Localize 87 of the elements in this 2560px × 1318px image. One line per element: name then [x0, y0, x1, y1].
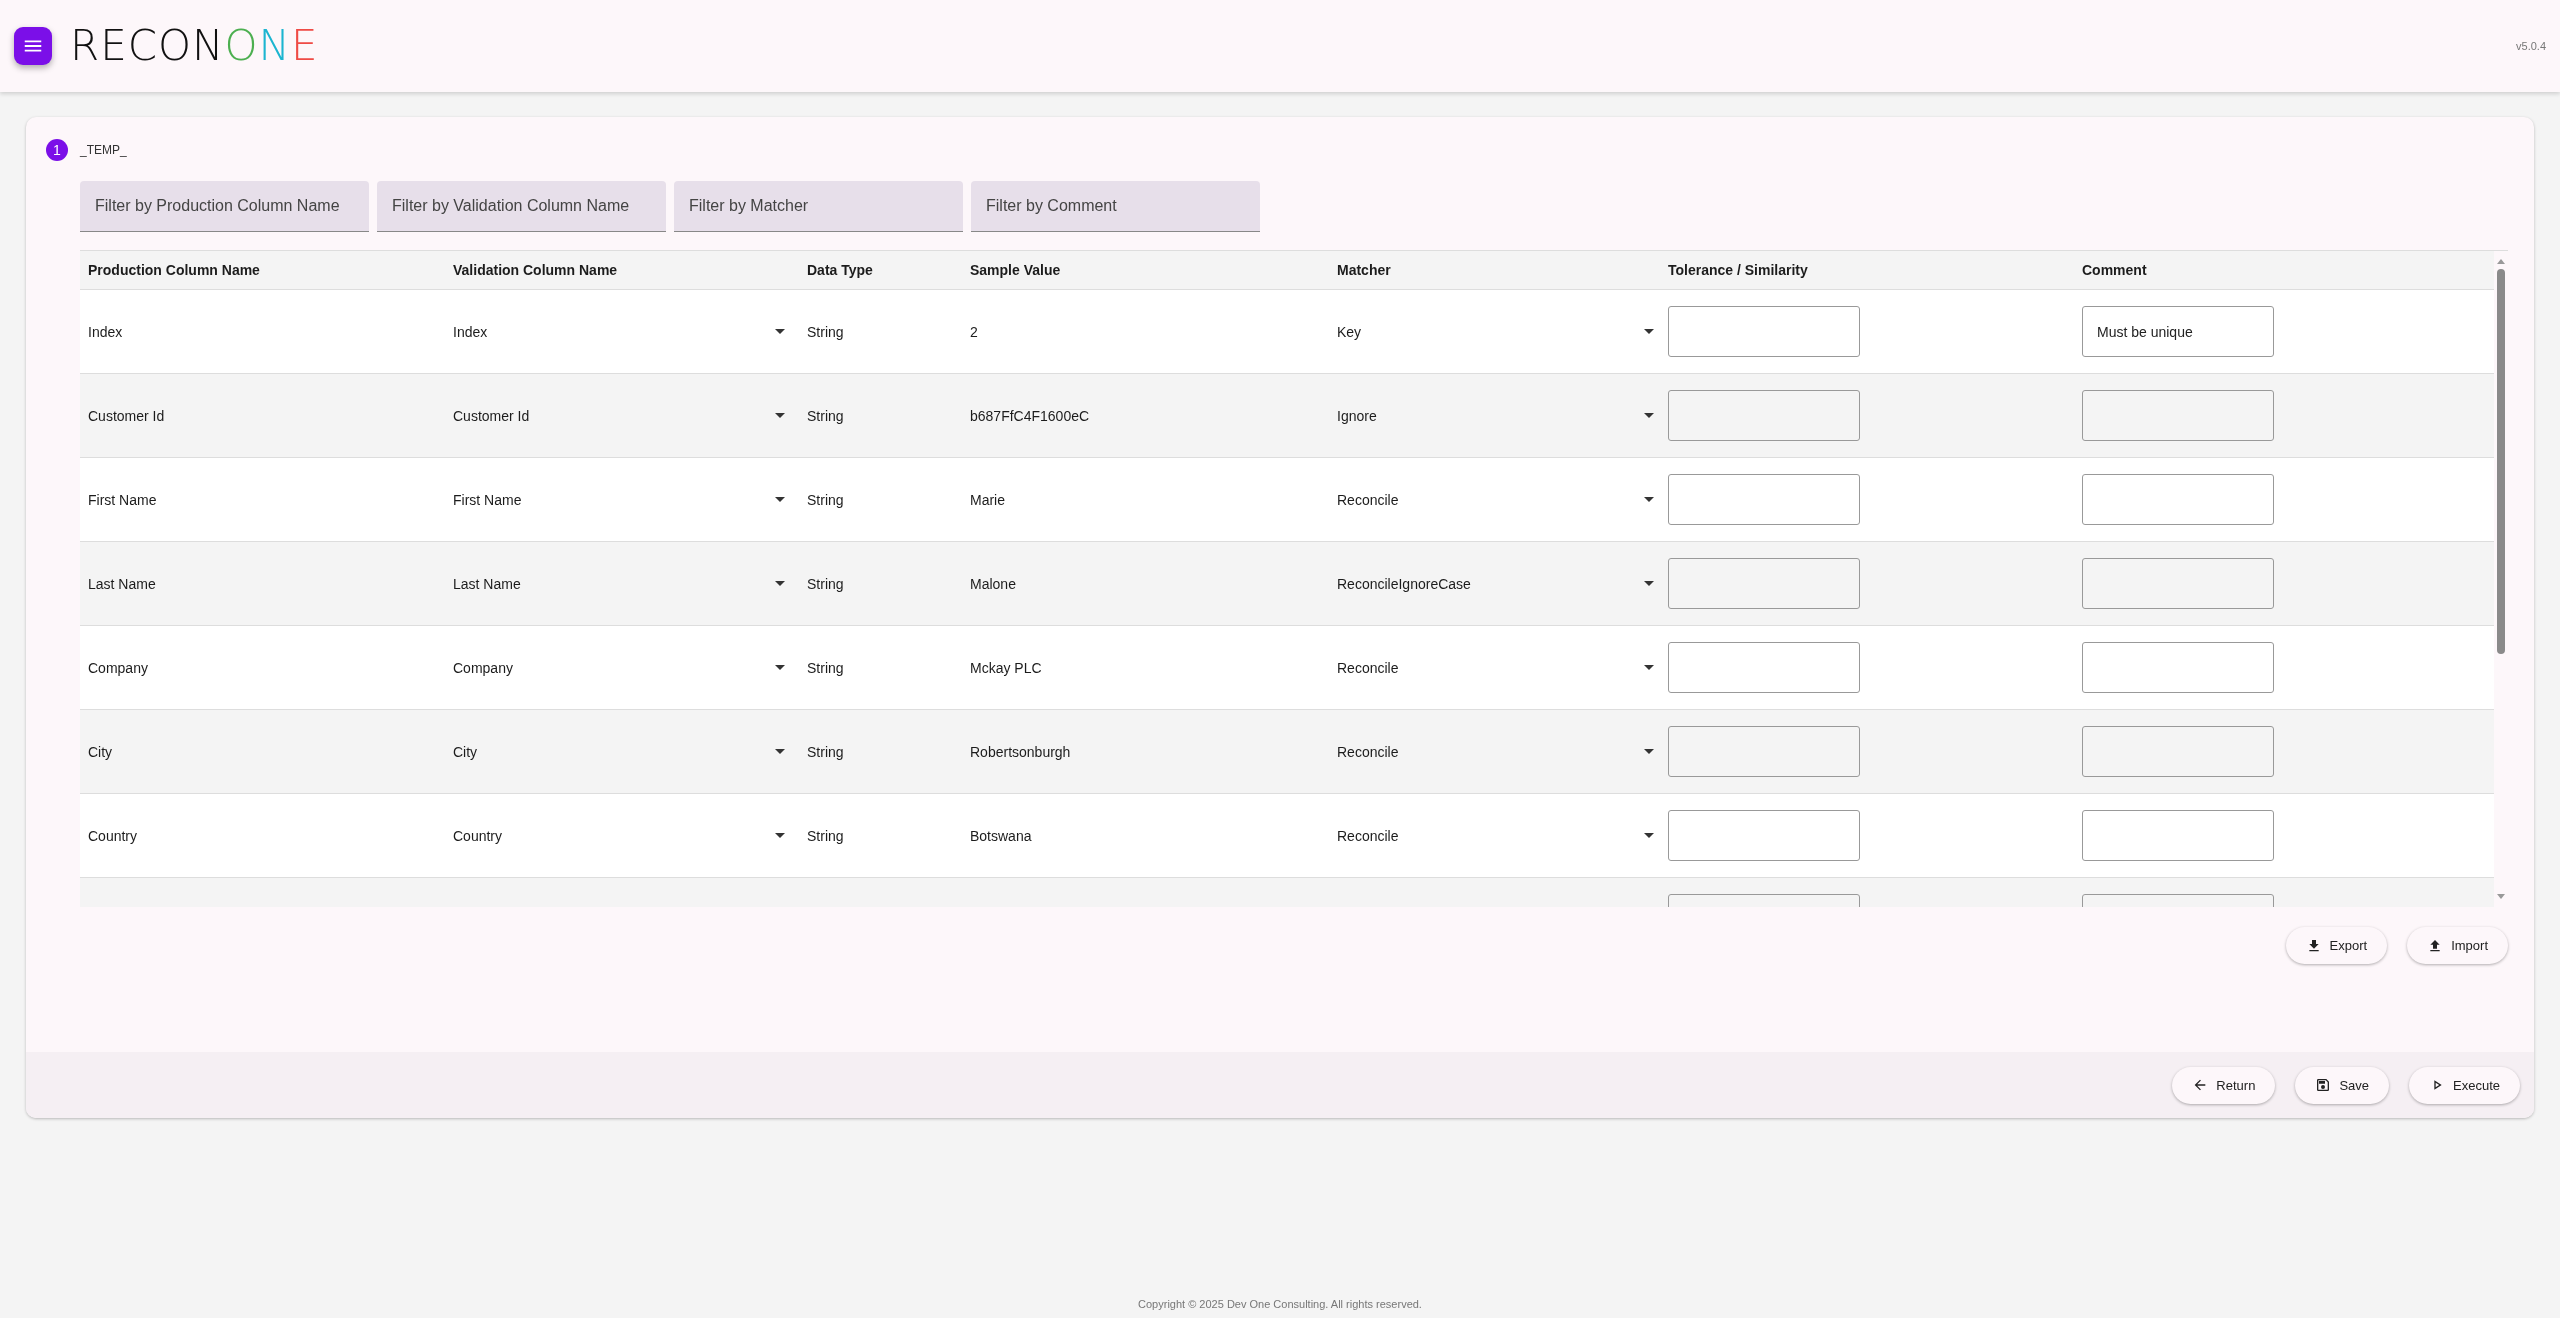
- table-cell: Country: [88, 827, 138, 844]
- version-label: v5.0.4: [2516, 40, 2546, 52]
- column-header: Sample Value: [969, 262, 1062, 278]
- table-cell: Malone: [970, 575, 1016, 592]
- table-cell: String: [807, 491, 844, 508]
- table-cell: Last Name: [88, 575, 156, 592]
- comment-field[interactable]: [2082, 390, 2274, 441]
- table-cell: City: [88, 743, 113, 760]
- table-cell: Robertsonburgh: [970, 743, 1071, 760]
- table-cell: String: [807, 659, 844, 676]
- scroll-up-arrow-icon[interactable]: [2496, 257, 2506, 265]
- dropdown-caret-icon: [775, 832, 785, 839]
- execute-button[interactable]: Execute: [2409, 1066, 2520, 1104]
- comment-field[interactable]: Must be unique: [2082, 306, 2274, 357]
- dropdown-caret-icon: [775, 664, 785, 671]
- menu-button[interactable]: [14, 27, 52, 65]
- comment-field[interactable]: [2082, 810, 2274, 861]
- table-cell: String: [807, 323, 844, 340]
- column-select[interactable]: Last Name: [453, 575, 799, 592]
- logo: RECON O N E: [70, 25, 319, 67]
- column-select[interactable]: Company: [453, 659, 799, 676]
- dropdown-caret-icon: [775, 580, 785, 587]
- dropdown-caret-icon: [1644, 328, 1654, 335]
- matcher-select[interactable]: Key: [1337, 323, 1668, 340]
- column-header: Production Column Name: [87, 262, 261, 278]
- table-cell: String: [807, 743, 844, 760]
- column-select[interactable]: Customer Id: [453, 407, 799, 424]
- comment-field[interactable]: [2082, 642, 2274, 693]
- dropdown-caret-icon: [775, 412, 785, 419]
- column-select[interactable]: First Name: [453, 491, 799, 508]
- filter-field[interactable]: Filter by Validation Column Name: [377, 181, 666, 232]
- matcher-select[interactable]: Ignore: [1337, 407, 1668, 424]
- table-cell: 2: [970, 323, 978, 340]
- column-select[interactable]: Country: [453, 827, 799, 844]
- dropdown-caret-icon: [1644, 748, 1654, 755]
- export-button[interactable]: Export: [2285, 927, 2388, 964]
- column-header: Comment: [2082, 262, 2148, 278]
- dropdown-caret-icon: [1644, 496, 1654, 503]
- dropdown-caret-icon: [775, 748, 785, 755]
- tolerance-field[interactable]: [1668, 558, 1860, 609]
- step-title: _TEMP_: [80, 143, 127, 157]
- table-cell: String: [807, 407, 844, 424]
- tolerance-field[interactable]: [1668, 642, 1860, 693]
- table-cell: Index: [88, 323, 123, 340]
- import-button[interactable]: Import: [2407, 927, 2508, 964]
- column-select[interactable]: City: [453, 743, 799, 760]
- table-cell: String: [807, 575, 844, 592]
- comment-field[interactable]: [2082, 474, 2274, 525]
- matcher-select[interactable]: Reconcile: [1337, 743, 1668, 760]
- table-cell: First Name: [88, 491, 157, 508]
- dropdown-caret-icon: [775, 328, 785, 335]
- return-button[interactable]: Return: [2172, 1066, 2276, 1104]
- column-select[interactable]: Index: [453, 323, 799, 340]
- dropdown-caret-icon: [1644, 832, 1654, 839]
- column-header: Validation Column Name: [452, 262, 619, 278]
- comment-field[interactable]: [2082, 558, 2274, 609]
- dropdown-caret-icon: [1644, 580, 1654, 587]
- column-header: Matcher: [1336, 262, 1392, 278]
- table-cell: Marie: [970, 491, 1005, 508]
- table-cell: String: [807, 827, 844, 844]
- matcher-select[interactable]: ReconcileIgnoreCase: [1337, 575, 1668, 592]
- table-cell: Botswana: [970, 827, 1032, 844]
- filter-field[interactable]: Filter by Comment: [971, 181, 1260, 232]
- dropdown-caret-icon: [1644, 664, 1654, 671]
- step-number-badge: 1: [46, 139, 68, 161]
- dropdown-caret-icon: [775, 496, 785, 503]
- dropdown-caret-icon: [1644, 412, 1654, 419]
- filter-field[interactable]: Filter by Matcher: [674, 181, 963, 232]
- matcher-select[interactable]: Reconcile: [1337, 659, 1668, 676]
- table-cell: b687FfC4F1600eC: [970, 407, 1090, 424]
- filter-field[interactable]: Filter by Production Column Name: [80, 181, 369, 232]
- save-button[interactable]: Save: [2295, 1066, 2389, 1104]
- scroll-down-arrow-icon[interactable]: [2496, 893, 2506, 901]
- tolerance-field[interactable]: [1668, 474, 1860, 525]
- column-header: Data Type: [806, 262, 874, 278]
- tolerance-field[interactable]: [1668, 810, 1860, 861]
- comment-field[interactable]: [2082, 726, 2274, 777]
- tolerance-field[interactable]: [1668, 306, 1860, 357]
- table-cell: Company: [88, 659, 148, 676]
- tolerance-field[interactable]: [1668, 726, 1860, 777]
- tolerance-field[interactable]: [1668, 390, 1860, 441]
- column-header: Tolerance / Similarity: [1668, 262, 1809, 278]
- table-cell: Customer Id: [88, 407, 165, 424]
- matcher-select[interactable]: Reconcile: [1337, 827, 1668, 844]
- table-cell: Mckay PLC: [970, 659, 1042, 676]
- copyright-text: Copyright © 2025 Dev One Consulting. All rights reserved.: [1137, 1298, 1423, 1312]
- matcher-select[interactable]: Reconcile: [1337, 491, 1668, 508]
